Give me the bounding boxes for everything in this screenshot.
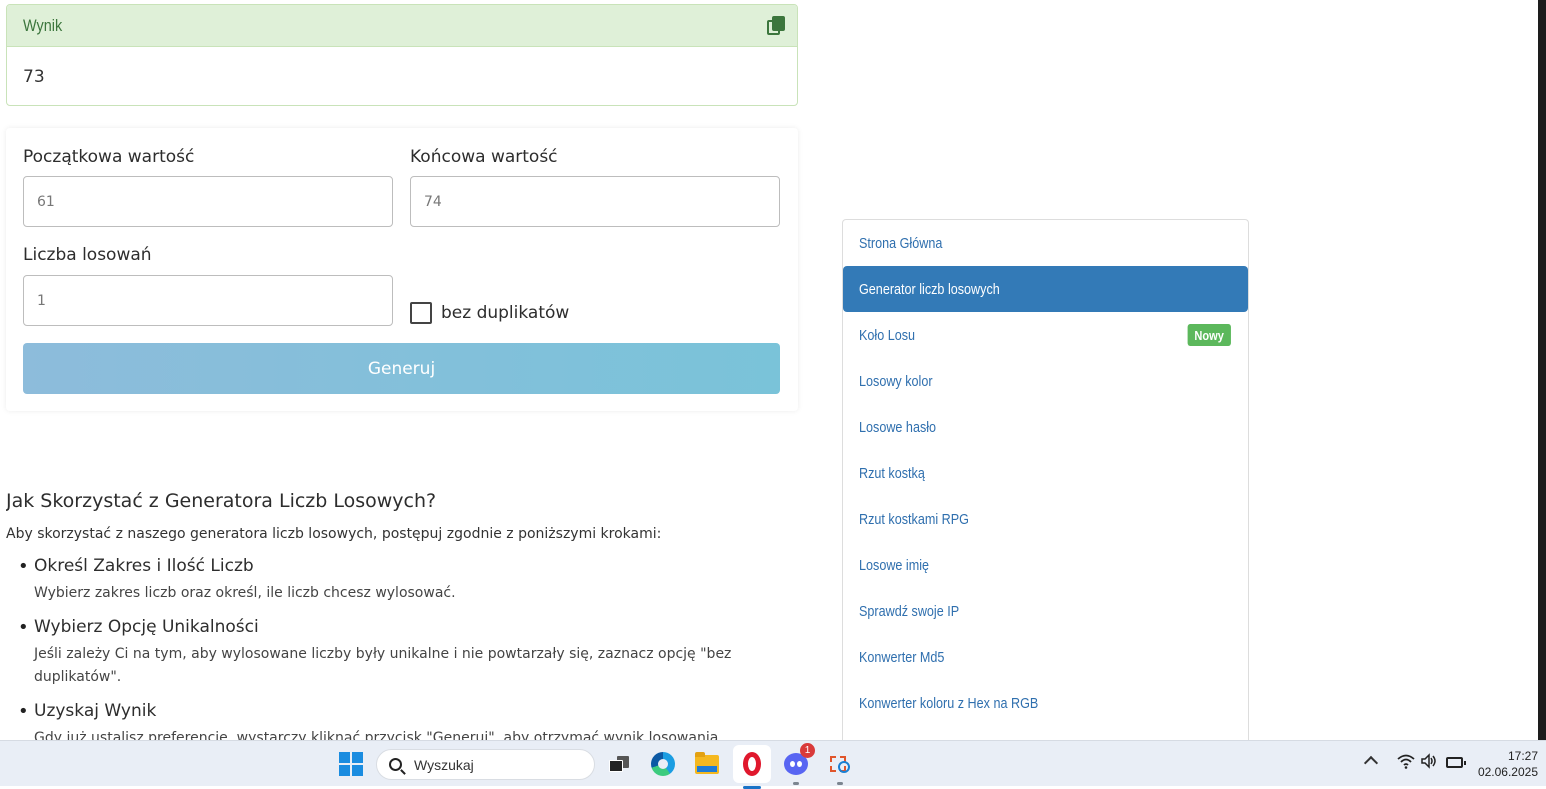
no-duplicates-label: bez duplikatów	[441, 303, 570, 323]
step-title: Uzyskaj Wynik	[34, 701, 157, 721]
result-header: Wynik	[7, 5, 797, 47]
sidebar-item-label: Strona Główna	[859, 234, 943, 252]
end-value-input[interactable]	[410, 176, 780, 227]
clock-time: 17:27	[1507, 749, 1538, 763]
volume-icon[interactable]	[1420, 753, 1438, 773]
generate-button[interactable]: Generuj	[23, 343, 780, 394]
clock[interactable]: 17:27 02.06.2025	[1470, 748, 1538, 780]
result-title: Wynik	[23, 15, 63, 35]
discord-notification-badge: 1	[800, 743, 815, 758]
end-value-label: Końcowa wartość	[410, 147, 558, 167]
how-to-section: Jak Skorzystać z Generatora Liczb Losowy…	[6, 490, 796, 740]
draw-count-input[interactable]	[23, 275, 393, 326]
sidebar-nav: Strona Główna Generator liczb losowych K…	[842, 219, 1249, 740]
sidebar-item-label: Losowy kolor	[859, 372, 933, 390]
copy-icon[interactable]	[767, 15, 785, 36]
result-value: 73	[23, 67, 45, 87]
task-view-icon[interactable]	[604, 749, 634, 779]
sidebar-item-random-color[interactable]: Losowy kolor	[843, 358, 1248, 404]
sidebar-item-md5-converter[interactable]: Konwerter Md5	[843, 634, 1248, 680]
list-item: Określ Zakres i Ilość Liczb Wybierz zakr…	[18, 556, 796, 605]
start-value-input[interactable]	[23, 176, 393, 227]
no-duplicates-option[interactable]: bez duplikatów	[410, 302, 569, 324]
discord-icon[interactable]: 1	[781, 743, 815, 785]
steps-list: Określ Zakres i Ilość Liczb Wybierz zakr…	[6, 556, 796, 740]
sidebar-item-dice-roll[interactable]: Rzut kostką	[843, 450, 1248, 496]
taskbar-search-placeholder: Wyszukaj	[414, 756, 474, 773]
step-title: Określ Zakres i Ilość Liczb	[34, 556, 254, 576]
step-description: Wybierz zakres liczb oraz określ, ile li…	[34, 585, 456, 601]
list-item: Uzyskaj Wynik Gdy już ustalisz preferenc…	[18, 701, 796, 740]
sidebar-item-check-ip[interactable]: Sprawdź swoje IP	[843, 588, 1248, 634]
step-description: Gdy już ustalisz preferencje, wystarczy …	[34, 730, 723, 740]
sidebar-item-label: Konwerter koloru z Hex na RGB	[859, 694, 1039, 712]
edge-icon[interactable]	[648, 749, 678, 779]
sidebar-item-label: Koło Losu	[859, 326, 916, 344]
taskbar-search[interactable]: Wyszukaj	[376, 749, 595, 780]
sidebar-item-label: Losowe imię	[859, 556, 930, 574]
wifi-icon[interactable]	[1397, 753, 1415, 771]
file-explorer-icon[interactable]	[692, 749, 722, 779]
sidebar-item-wheel-of-fortune[interactable]: Koło Losu Nowy	[843, 312, 1248, 358]
start-value-label: Początkowa wartość	[23, 147, 195, 167]
taskbar: Wyszukaj 1 17:27 02.06.2025	[0, 740, 1546, 789]
sidebar-item-label: Rzut kostką	[859, 464, 925, 482]
how-to-heading: Jak Skorzystać z Generatora Liczb Losowy…	[6, 490, 437, 512]
sidebar-item-random-name[interactable]: Losowe imię	[843, 542, 1248, 588]
step-description: Jeśli zależy Ci na tym, aby wylosowane l…	[34, 646, 732, 685]
search-icon	[389, 758, 402, 771]
generator-form: Początkowa wartość Końcowa wartość Liczb…	[6, 128, 798, 411]
draw-count-label: Liczba losowań	[23, 245, 152, 265]
sidebar-item-random-password[interactable]: Losowe hasło	[843, 404, 1248, 450]
result-panel: Wynik 73	[6, 4, 798, 106]
opera-icon[interactable]	[733, 745, 771, 789]
sidebar-item-label: Losowe hasło	[859, 418, 937, 436]
step-title: Wybierz Opcję Unikalności	[34, 617, 259, 637]
sidebar-item-random-number-generator[interactable]: Generator liczb losowych	[843, 266, 1248, 312]
sidebar-item-label: Sprawdź swoje IP	[859, 602, 960, 620]
sidebar-item-label: Konwerter Md5	[859, 648, 945, 666]
no-duplicates-checkbox[interactable]	[410, 302, 432, 324]
snipping-tool-icon[interactable]	[825, 749, 855, 785]
sidebar-item-rpg-dice[interactable]: Rzut kostkami RPG	[843, 496, 1248, 542]
sidebar-item-home[interactable]: Strona Główna	[843, 220, 1248, 266]
list-item: Wybierz Opcję Unikalności Jeśli zależy C…	[18, 617, 796, 689]
how-to-intro: Aby skorzystać z naszego generatora licz…	[6, 526, 662, 542]
battery-icon[interactable]	[1446, 757, 1466, 768]
sidebar-item-label: Rzut kostkami RPG	[859, 510, 969, 528]
new-badge: Nowy	[1187, 324, 1231, 346]
sidebar-item-label: Generator liczb losowych	[859, 280, 1000, 298]
clock-date: 02.06.2025	[1477, 765, 1538, 779]
windows-start-icon[interactable]	[336, 749, 366, 779]
chevron-up-icon[interactable]	[1363, 755, 1379, 771]
window-edge	[1538, 0, 1546, 740]
sidebar-item-hex-to-rgb[interactable]: Konwerter koloru z Hex na RGB	[843, 680, 1248, 726]
